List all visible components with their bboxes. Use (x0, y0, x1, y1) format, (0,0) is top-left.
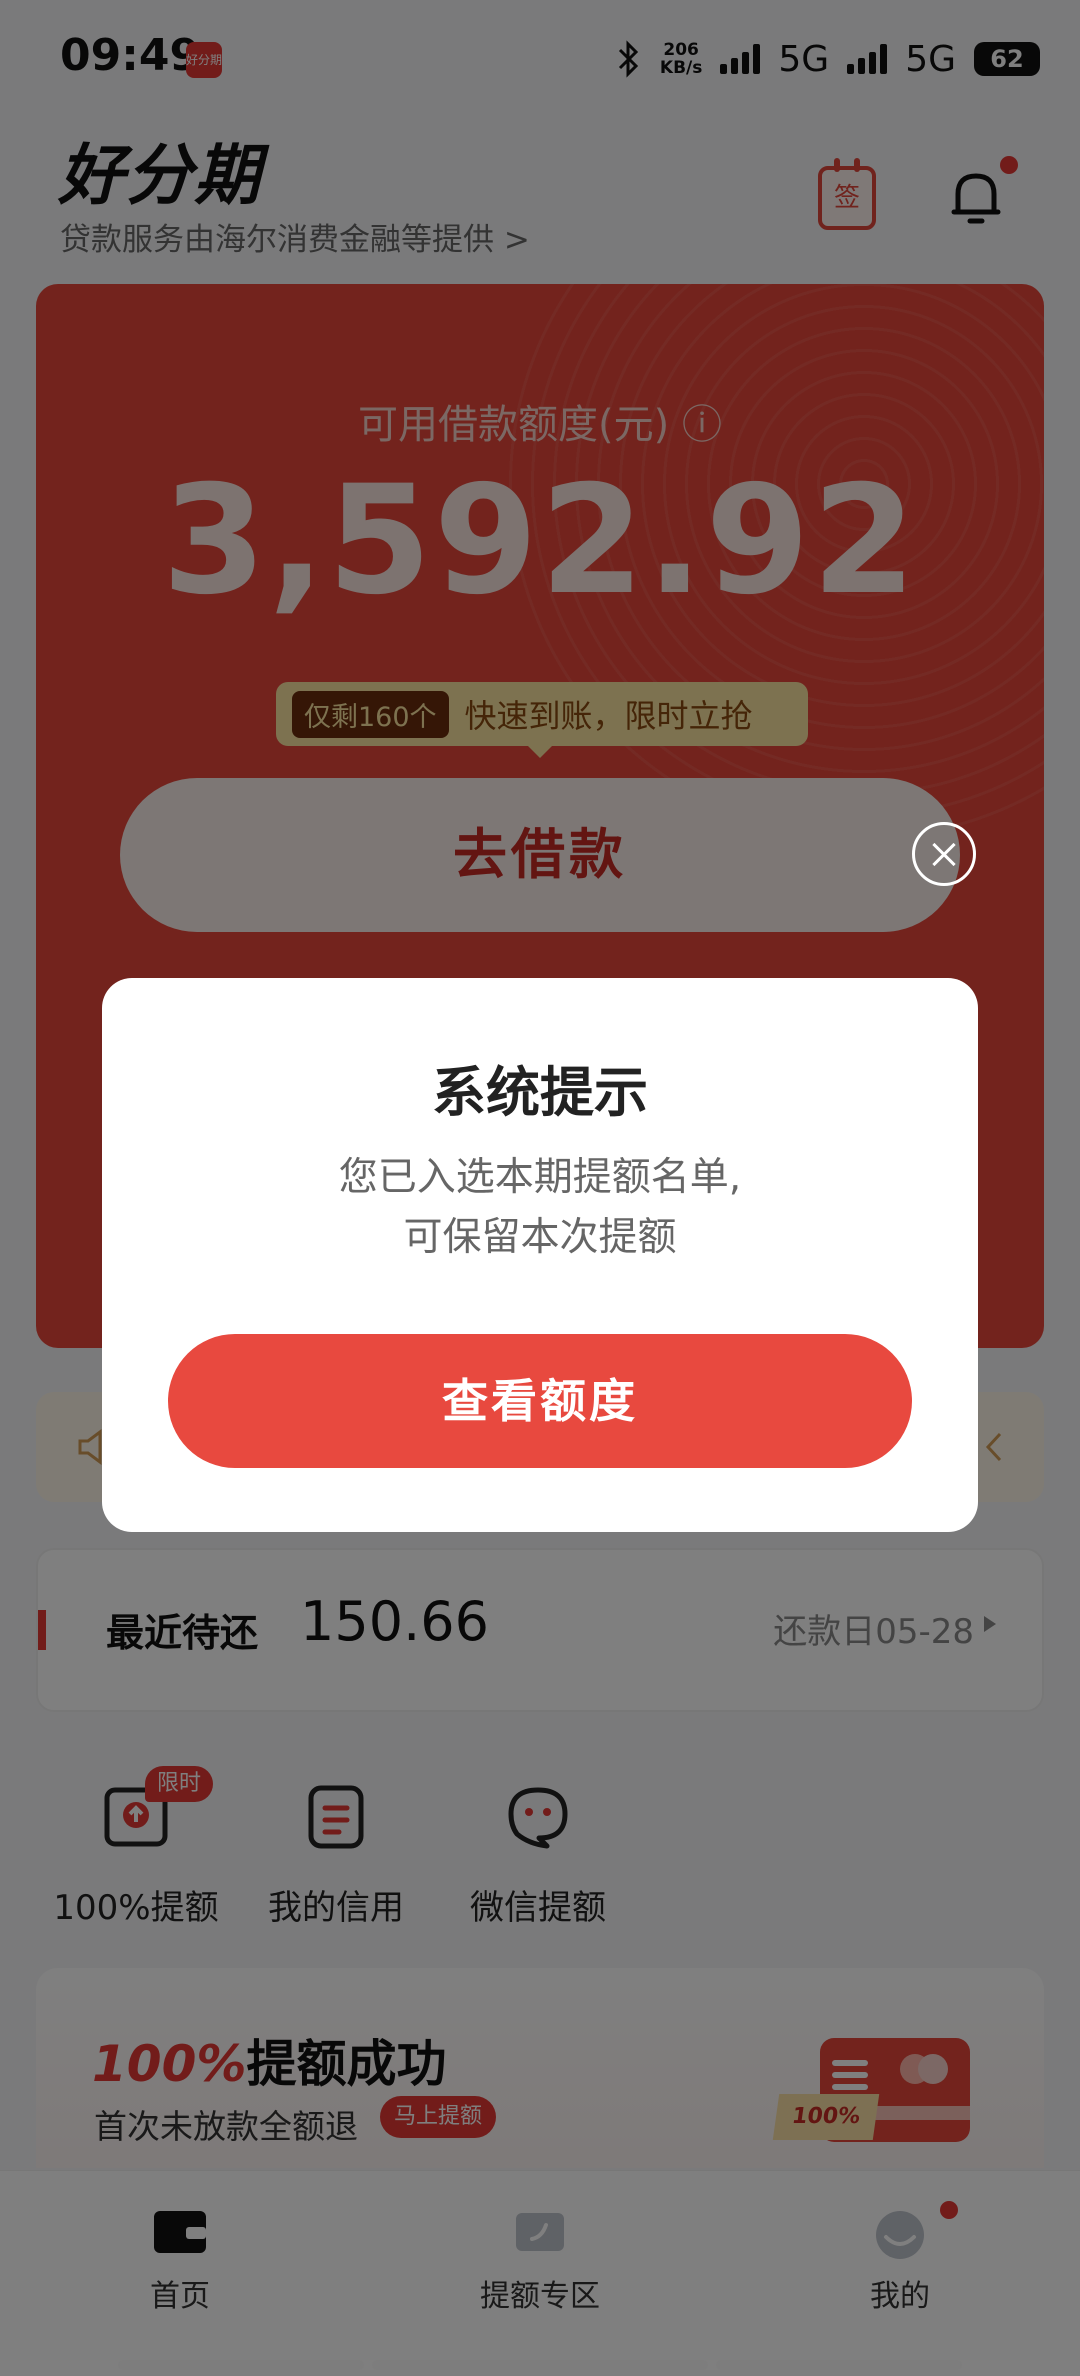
close-icon[interactable] (912, 822, 976, 886)
dialog-message-line-2: 可保留本次提额 (403, 1215, 677, 1260)
view-limit-button[interactable]: 查看额度 (168, 1334, 912, 1468)
dialog-title: 系统提示 (432, 1061, 648, 1124)
system-prompt-dialog: 系统提示 您已入选本期提额名单, 可保留本次提额 查看额度 (102, 978, 978, 1532)
dialog-message-line-1: 您已入选本期提额名单, (338, 1155, 742, 1200)
